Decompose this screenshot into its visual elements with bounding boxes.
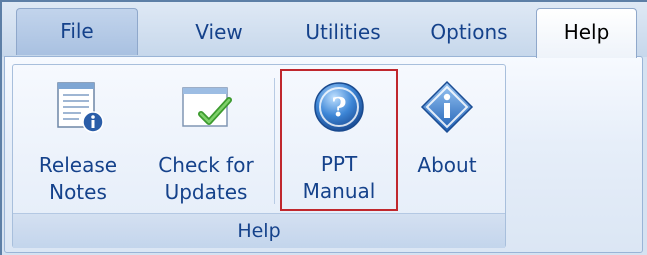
about-button[interactable]: About bbox=[404, 70, 490, 210]
info-icon bbox=[420, 80, 474, 134]
tab-file[interactable]: File bbox=[16, 8, 138, 55]
group-separator bbox=[274, 78, 275, 204]
about-label: About bbox=[417, 153, 477, 177]
question-icon: ? bbox=[314, 82, 364, 132]
tab-view[interactable]: View bbox=[174, 10, 264, 55]
ppt-manual-label: PPT Manual bbox=[302, 152, 376, 203]
check-for-updates-button[interactable]: Check for Updates bbox=[146, 70, 266, 210]
release-notes-icon bbox=[57, 82, 104, 133]
help-group-label: Help bbox=[13, 213, 505, 248]
check-for-updates-label: Check for Updates bbox=[158, 153, 254, 204]
tab-options[interactable]: Options bbox=[420, 10, 518, 55]
tab-utilities[interactable]: Utilities bbox=[282, 10, 404, 55]
release-notes-button[interactable]: Release Notes bbox=[26, 70, 130, 210]
release-notes-label: Release Notes bbox=[38, 153, 118, 204]
svg-text:?: ? bbox=[331, 93, 346, 123]
ppt-manual-button[interactable]: ? PPT Manual bbox=[280, 69, 398, 211]
check-updates-icon bbox=[182, 87, 232, 127]
tab-help[interactable]: Help bbox=[536, 8, 637, 58]
